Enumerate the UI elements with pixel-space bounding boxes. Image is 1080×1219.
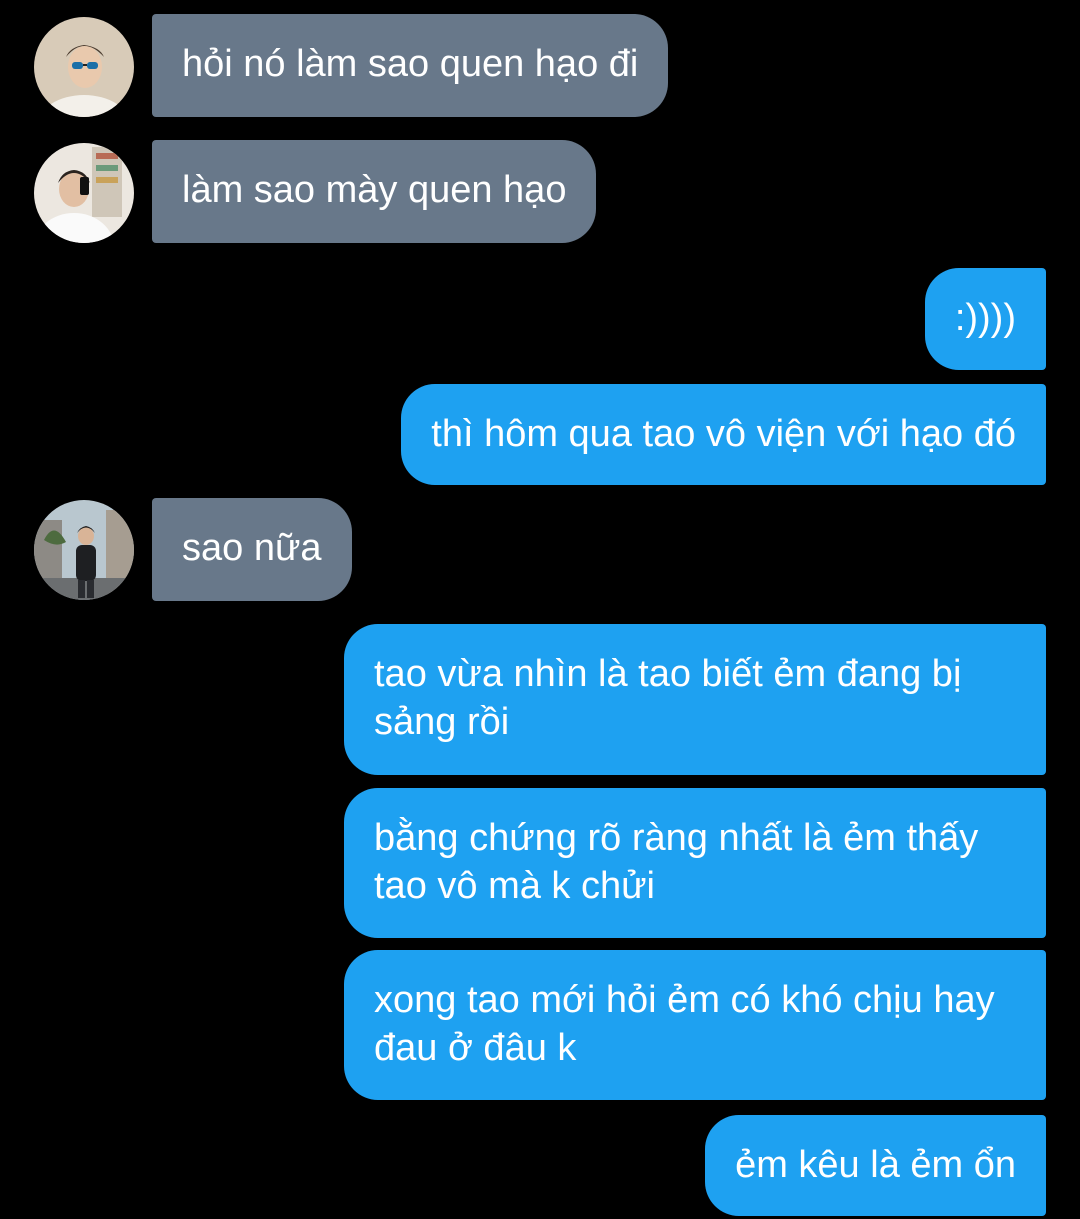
message-bubble-incoming[interactable]: sao nữa (152, 498, 352, 601)
contact-avatar[interactable] (34, 500, 134, 600)
message-text: hỏi nó làm sao quen hạo đi (182, 43, 639, 85)
avatar-photo-street-icon (34, 500, 134, 600)
message-text: tao vừa nhìn là tao biết ẻm đang bị sảng… (374, 653, 962, 743)
chat-thread: hỏi nó làm sao quen hạo đi làm sao mày q… (0, 0, 1080, 1219)
avatar-photo-sunglasses-icon (34, 17, 134, 117)
message-text: ẻm kêu là ẻm ổn (735, 1144, 1016, 1186)
message-bubble-incoming[interactable]: hỏi nó làm sao quen hạo đi (152, 14, 669, 117)
message-bubble-outgoing[interactable]: ẻm kêu là ẻm ổn (705, 1115, 1046, 1216)
message-text: thì hôm qua tao vô viện với hạo đó (431, 413, 1016, 455)
contact-avatar[interactable] (34, 143, 134, 243)
message-bubble-incoming[interactable]: làm sao mày quen hạo (152, 140, 597, 243)
message-text: xong tao mới hỏi ẻm có khó chịu hay đau … (374, 979, 995, 1069)
message-bubble-outgoing[interactable]: tao vừa nhìn là tao biết ẻm đang bị sảng… (344, 624, 1046, 775)
message-bubble-outgoing[interactable]: :)))) (924, 268, 1046, 370)
message-bubble-outgoing[interactable]: bằng chứng rõ ràng nhất là ẻm thấy tao v… (344, 788, 1046, 938)
message-text: bằng chứng rõ ràng nhất là ẻm thấy tao v… (374, 817, 979, 907)
message-text: :)))) (954, 297, 1016, 339)
message-text: sao nữa (182, 527, 322, 569)
message-bubble-outgoing[interactable]: xong tao mới hỏi ẻm có khó chịu hay đau … (344, 950, 1046, 1100)
message-bubble-outgoing[interactable]: thì hôm qua tao vô viện với hạo đó (401, 384, 1046, 485)
contact-avatar[interactable] (34, 17, 134, 117)
message-text: làm sao mày quen hạo (182, 169, 567, 211)
avatar-photo-mirror-selfie-icon (34, 143, 134, 243)
